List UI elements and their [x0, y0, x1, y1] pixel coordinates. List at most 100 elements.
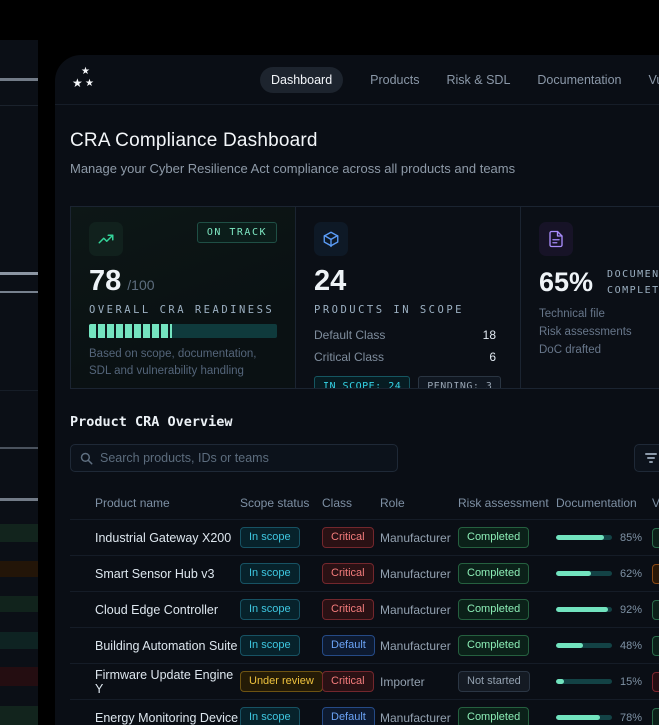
bg-line	[0, 498, 38, 501]
readiness-label: OVERALL CRA READINESS	[89, 304, 275, 316]
risk-assessment-badge: Completed	[458, 634, 530, 657]
tab-dashboard[interactable]: Dashboard	[260, 67, 344, 93]
product-name: Building Automation Suite	[95, 638, 238, 653]
vulnerabilities-badge-fragment	[652, 527, 659, 548]
package-icon	[314, 222, 348, 256]
critical-class-row: Critical Class 6	[314, 350, 496, 364]
search-box	[70, 444, 398, 472]
card-documentation-completion: 65% DOCUMENTATION COMPLETION Technical f…	[521, 207, 659, 388]
col-documentation: Documentation	[556, 496, 637, 510]
bg-line	[0, 78, 38, 81]
class-badge: Default	[322, 706, 375, 725]
documentation-progress: 85%	[556, 532, 652, 544]
documentation-progress: 62%	[556, 568, 652, 580]
risk-assessment-badge: Completed	[458, 526, 530, 549]
bg-row-band	[0, 561, 38, 577]
in-scope-chip: IN SCOPE: 24	[314, 376, 411, 388]
top-nav: ★ ★ ★ Dashboard Products Risk & SDL Docu…	[55, 55, 659, 105]
tab-risk-sdl[interactable]: Risk & SDL	[447, 73, 511, 87]
trending-up-icon	[89, 222, 123, 256]
documentation-label: DOCUMENTATION COMPLETION	[607, 269, 659, 296]
product-name: Energy Monitoring Device	[95, 710, 239, 725]
bg-row-band	[0, 524, 38, 542]
page-title: CRA Compliance Dashboard	[70, 130, 318, 151]
products-label: PRODUCTS IN SCOPE	[314, 304, 464, 316]
documentation-percent: 65%	[539, 267, 594, 297]
col-class: Class	[322, 496, 353, 510]
documentation-progress: 78%	[556, 712, 652, 724]
tab-products[interactable]: Products	[370, 73, 419, 87]
table-row[interactable]: Building Automation Suite In scope Defau…	[70, 627, 659, 663]
documentation-progress: 15%	[556, 676, 652, 688]
bg-line	[0, 105, 38, 106]
scope-status-badge: In scope	[240, 598, 300, 621]
bg-row-band	[0, 596, 38, 612]
filter-icon	[645, 453, 657, 463]
pending-chip: PENDING: 3	[418, 376, 502, 388]
on-track-badge: ON TRACK	[196, 222, 277, 243]
vulnerabilities-badge-fragment	[652, 599, 659, 620]
app-logo-stars-icon[interactable]: ★ ★ ★	[72, 66, 98, 92]
document-icon	[539, 222, 573, 256]
bg-line	[0, 447, 38, 449]
product-table: Product name Scope status Class Role Ris…	[70, 487, 659, 725]
product-name: Firmware Update Engine Y	[95, 667, 234, 696]
tab-documentation[interactable]: Documentation	[537, 73, 621, 87]
readiness-score: 78	[89, 265, 122, 297]
table-row[interactable]: Energy Monitoring Device In scope Defaul…	[70, 699, 659, 725]
search-input[interactable]	[100, 451, 388, 465]
overview-title: Product CRA Overview	[70, 414, 233, 430]
readiness-progress-bar	[89, 324, 277, 338]
tab-vulnerabilities[interactable]: Vulnerabilities	[648, 73, 659, 87]
search-icon	[80, 452, 93, 464]
page-subtitle: Manage your Cyber Resilience Act complia…	[70, 161, 516, 176]
role: Importer	[380, 674, 425, 689]
card-products-in-scope: 24 PRODUCTS IN SCOPE Default Class 18 Cr…	[296, 207, 521, 388]
role: Manufacturer	[380, 638, 451, 653]
vulnerabilities-badge-fragment	[652, 635, 659, 656]
table-row[interactable]: Industrial Gateway X200 In scope Critica…	[70, 519, 659, 555]
bg-row-band	[0, 667, 38, 686]
documentation-progress: 48%	[556, 640, 652, 652]
bg-line	[0, 272, 38, 275]
table-row[interactable]: Cloud Edge Controller In scope Critical …	[70, 591, 659, 627]
product-name: Smart Sensor Hub v3	[95, 566, 215, 581]
bg-row-band	[0, 632, 38, 649]
products-count: 24	[314, 265, 347, 297]
scope-status-badge: Under review	[240, 670, 323, 693]
scope-status-badge: In scope	[240, 562, 300, 585]
bg-row-band	[0, 706, 38, 725]
role: Manufacturer	[380, 602, 451, 617]
readiness-description: Based on scope, documentation, SDL and v…	[89, 348, 257, 377]
col-product-name: Product name	[95, 496, 170, 510]
filter-button[interactable]	[634, 444, 659, 472]
page-body: CRA Compliance Dashboard Manage your Cyb…	[55, 130, 659, 725]
col-scope-status: Scope status	[240, 496, 310, 510]
scope-status-badge: In scope	[240, 526, 300, 549]
documentation-progress: 92%	[556, 604, 652, 616]
table-header: Product name Scope status Class Role Ris…	[70, 487, 659, 519]
col-risk-assessment: Risk assessment	[458, 496, 549, 510]
scope-status-badge: In scope	[240, 706, 300, 725]
product-name: Cloud Edge Controller	[95, 602, 218, 617]
risk-assessment-badge: Completed	[458, 598, 530, 621]
class-badge: Critical	[322, 562, 374, 585]
background-window-strip	[0, 40, 38, 725]
bg-line	[0, 390, 38, 391]
class-badge: Default	[322, 634, 375, 657]
table-row[interactable]: Firmware Update Engine Y Under review Cr…	[70, 663, 659, 699]
product-name: Industrial Gateway X200	[95, 530, 232, 545]
class-badge: Critical	[322, 598, 374, 621]
scope-status-badge: In scope	[240, 634, 300, 657]
readiness-score-max: /100	[127, 277, 155, 293]
class-badge: Critical	[322, 670, 374, 693]
col-vulnerabilities: Vulnerabilities	[652, 496, 659, 510]
table-row[interactable]: Smart Sensor Hub v3 In scope Critical Ma…	[70, 555, 659, 591]
risk-assessment-badge: Completed	[458, 562, 530, 585]
role: Manufacturer	[380, 710, 451, 725]
main-panel: ★ ★ ★ Dashboard Products Risk & SDL Docu…	[55, 55, 659, 725]
risk-assessment-badge: Completed	[458, 706, 530, 725]
risk-assessment-badge: Not started	[458, 670, 530, 693]
doc-item: DoC drafted	[539, 344, 602, 356]
search-row	[70, 444, 659, 472]
